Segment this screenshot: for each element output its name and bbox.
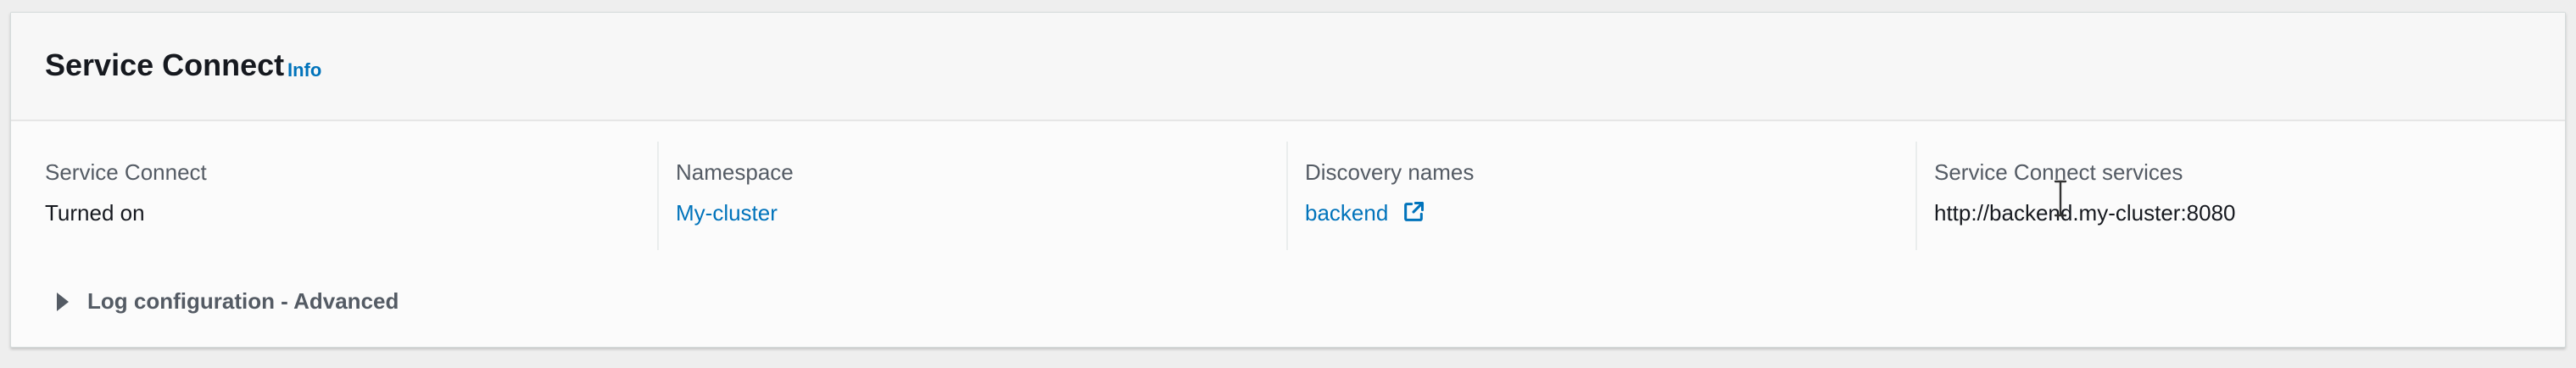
info-link[interactable]: Info [287, 59, 321, 82]
text-cursor-icon [2054, 180, 2067, 217]
namespace-link[interactable]: My-cluster [676, 199, 778, 226]
discovery-name-text: backend [1305, 200, 1389, 226]
column-discovery-names: Discovery names backend [1286, 142, 1914, 250]
panel-header: Service Connect Info [11, 13, 2565, 121]
details-columns: Service Connect Turned on Namespace My-c… [11, 121, 2565, 257]
external-link-icon [1403, 201, 1424, 221]
service-connect-services-value: http://backend.my-cluster:8080 [1934, 200, 2236, 226]
panel-title: Service Connect [45, 47, 285, 82]
service-connect-panel: Service Connect Info Service Connect Tur… [10, 12, 2566, 348]
namespace-label: Namespace [676, 159, 794, 185]
service-connect-value: Turned on [45, 200, 145, 226]
caret-right-icon [57, 293, 69, 311]
service-connect-label: Service Connect [45, 159, 207, 185]
discovery-name-link[interactable]: backend [1305, 199, 1425, 226]
discovery-names-label: Discovery names [1305, 159, 1475, 185]
log-configuration-label: Log configuration - Advanced [87, 288, 399, 314]
column-service-connect-services: Service Connect services http://backend.… [1915, 142, 2543, 250]
column-namespace: Namespace My-cluster [657, 142, 1285, 250]
column-service-connect: Service Connect Turned on [45, 142, 638, 250]
